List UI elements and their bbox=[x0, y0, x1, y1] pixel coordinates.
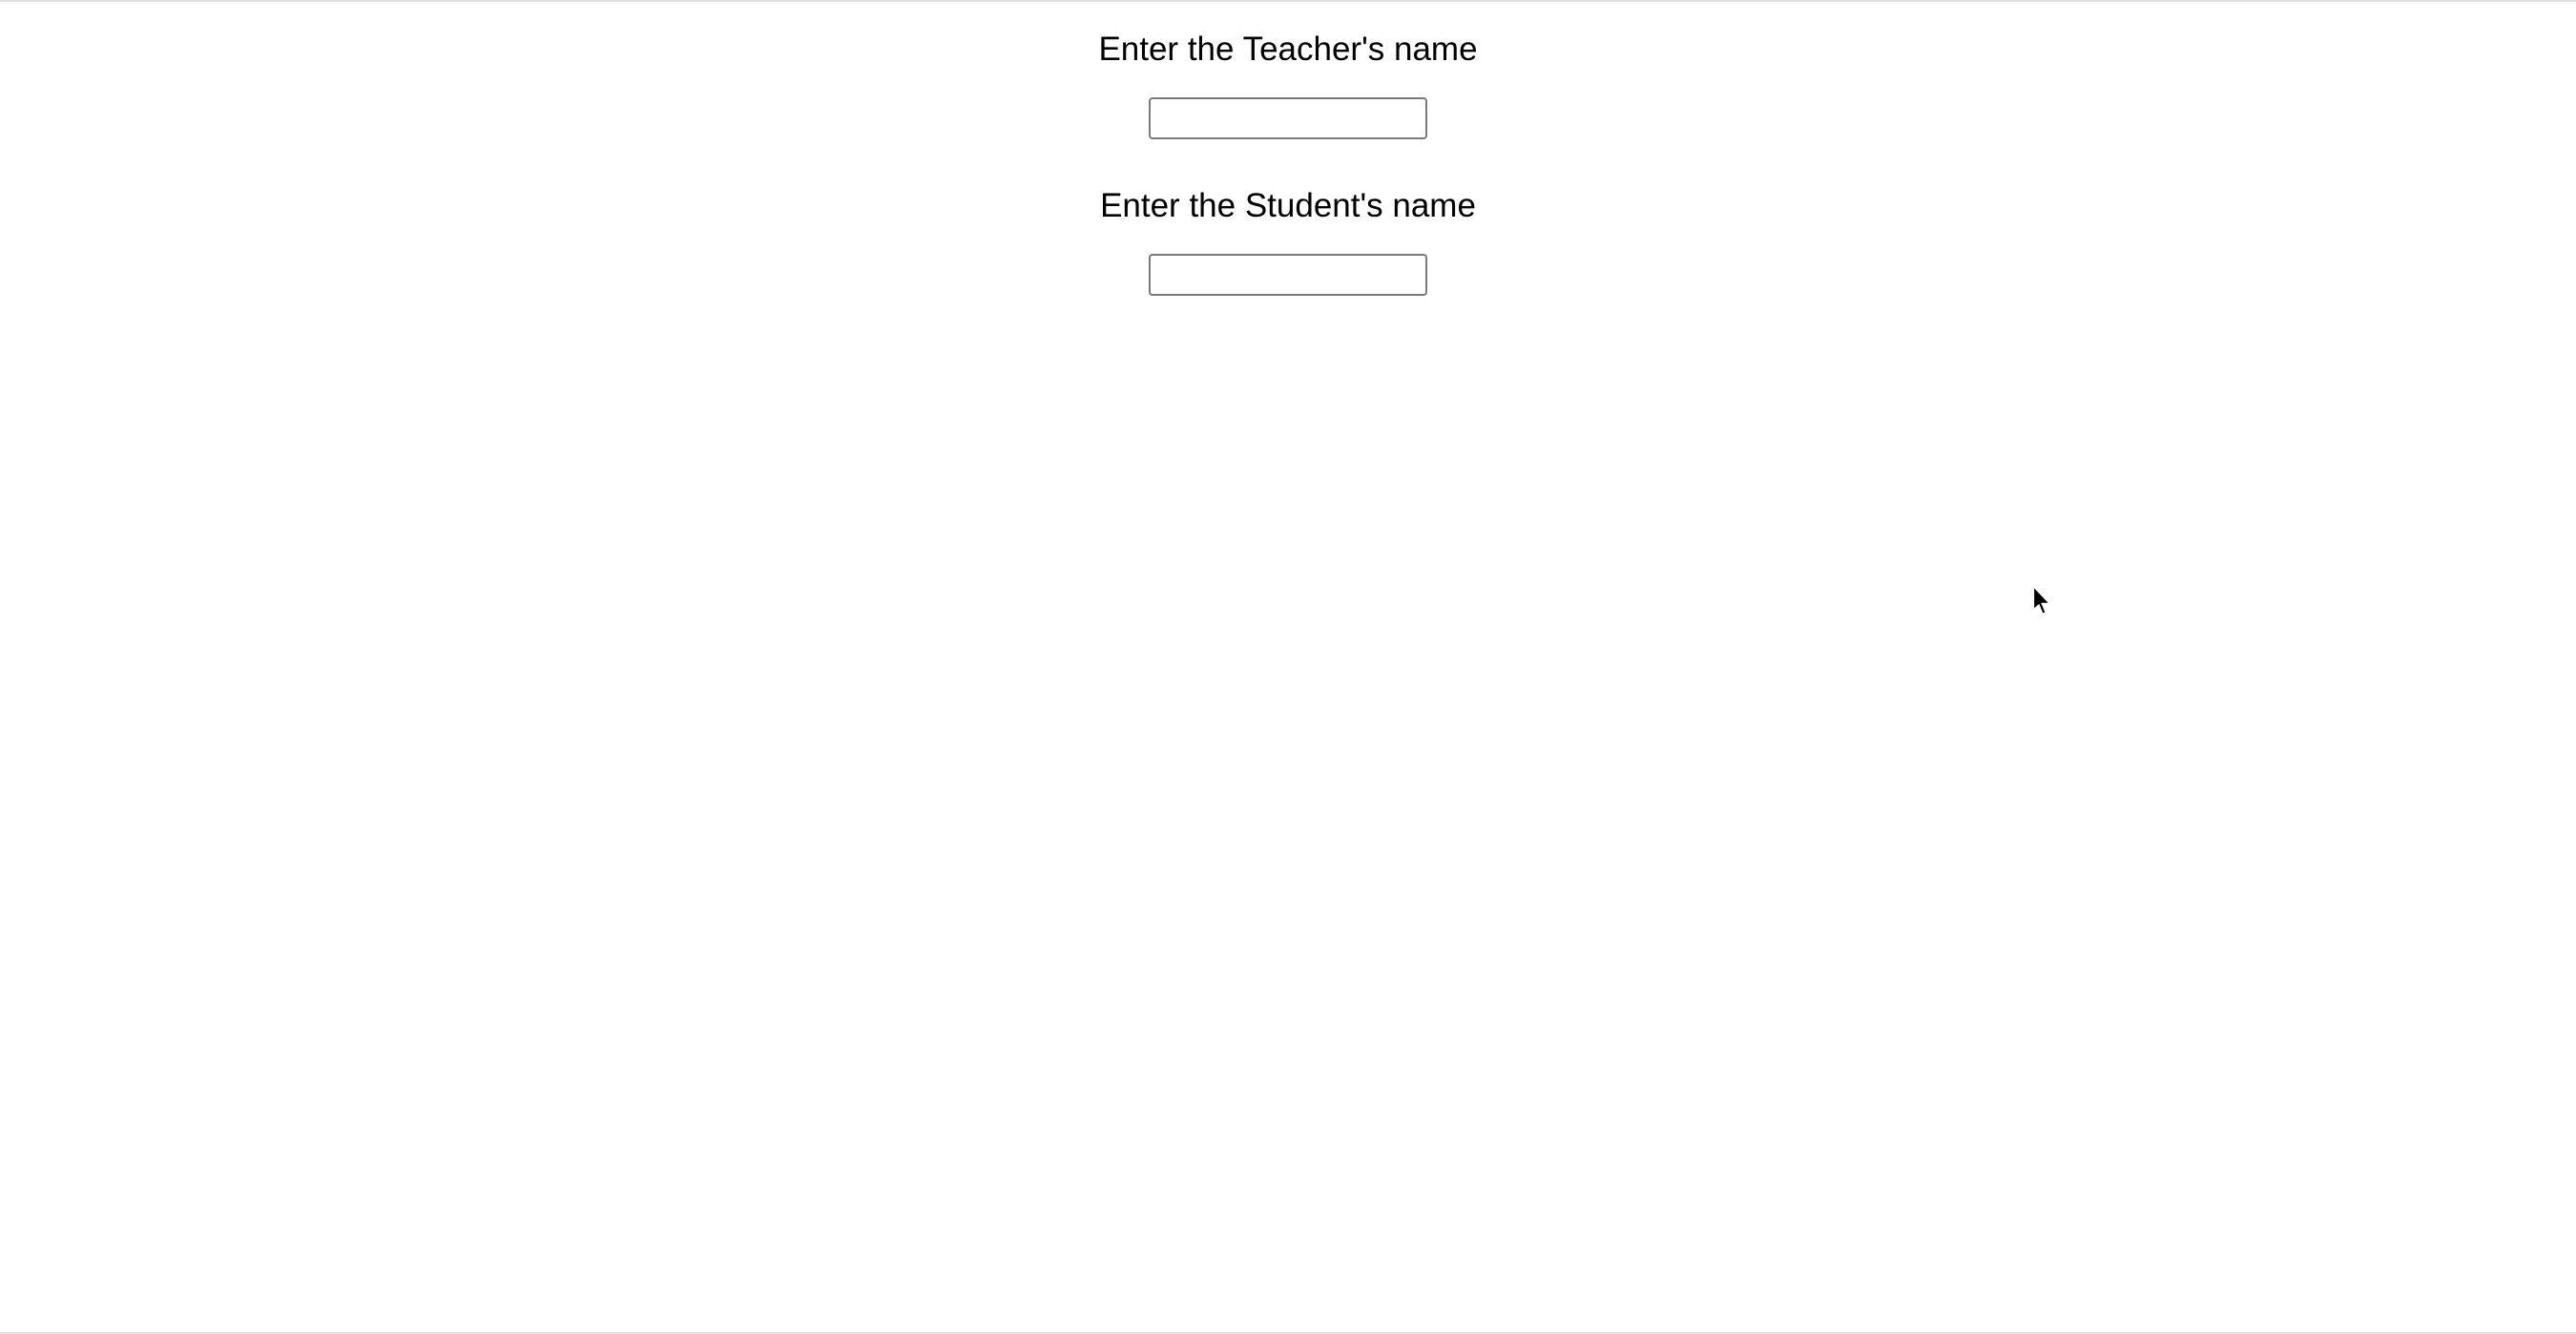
teacher-name-label: Enter the Teacher's name bbox=[572, 31, 2004, 69]
student-name-label: Enter the Student's name bbox=[572, 187, 2004, 225]
student-name-input[interactable] bbox=[1149, 254, 1427, 296]
form-container: Enter the Teacher's name Enter the Stude… bbox=[572, 2, 2004, 344]
mouse-cursor-icon bbox=[2032, 587, 2053, 615]
teacher-name-input[interactable] bbox=[1149, 97, 1427, 139]
